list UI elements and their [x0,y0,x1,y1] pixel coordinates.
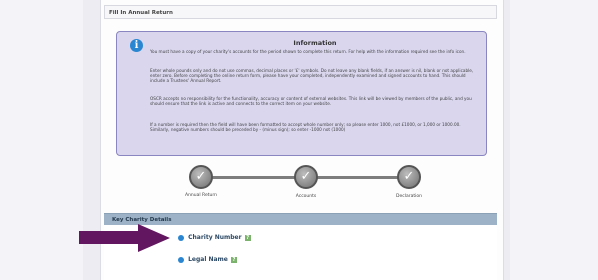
step-accounts-check-icon[interactable]: ✓ [294,165,318,189]
step-declaration-check-icon[interactable]: ✓ [397,165,421,189]
blue-bullet-icon [178,234,184,241]
info-icon: i [130,39,143,52]
help-icon[interactable]: ? [230,256,237,263]
annotation-arrow-shaft [79,231,139,244]
step-label-annual-return: Annual Return [184,193,217,198]
step-annual-return-check-icon[interactable]: ✓ [189,165,213,189]
info-paragraph-3: OSCR accepts no responsibility for the f… [150,96,472,107]
left-background-panel [0,0,83,280]
field-label: Legal Name [188,256,228,263]
page-header: Fill In Annual Return [104,5,497,19]
information-title: Information [293,39,337,47]
help-icon[interactable]: ? [244,234,251,241]
info-paragraph-1: You must have a copy of your charity's a… [150,49,466,54]
field-legal-name[interactable]: Legal Name ? [178,256,237,263]
step-label-declaration: Declaration [396,194,422,199]
info-paragraph-2: Enter whole pounds only and do not use c… [150,68,474,84]
annotation-arrow-head [138,224,170,252]
info-paragraph-4: If a number is required then the field w… [150,122,461,133]
step-label-accounts: Accounts [295,194,317,199]
field-label: Charity Number [188,234,242,241]
blue-bullet-icon [178,256,184,263]
field-charity-number[interactable]: Charity Number ? [178,234,251,241]
right-background-panel [510,0,598,280]
